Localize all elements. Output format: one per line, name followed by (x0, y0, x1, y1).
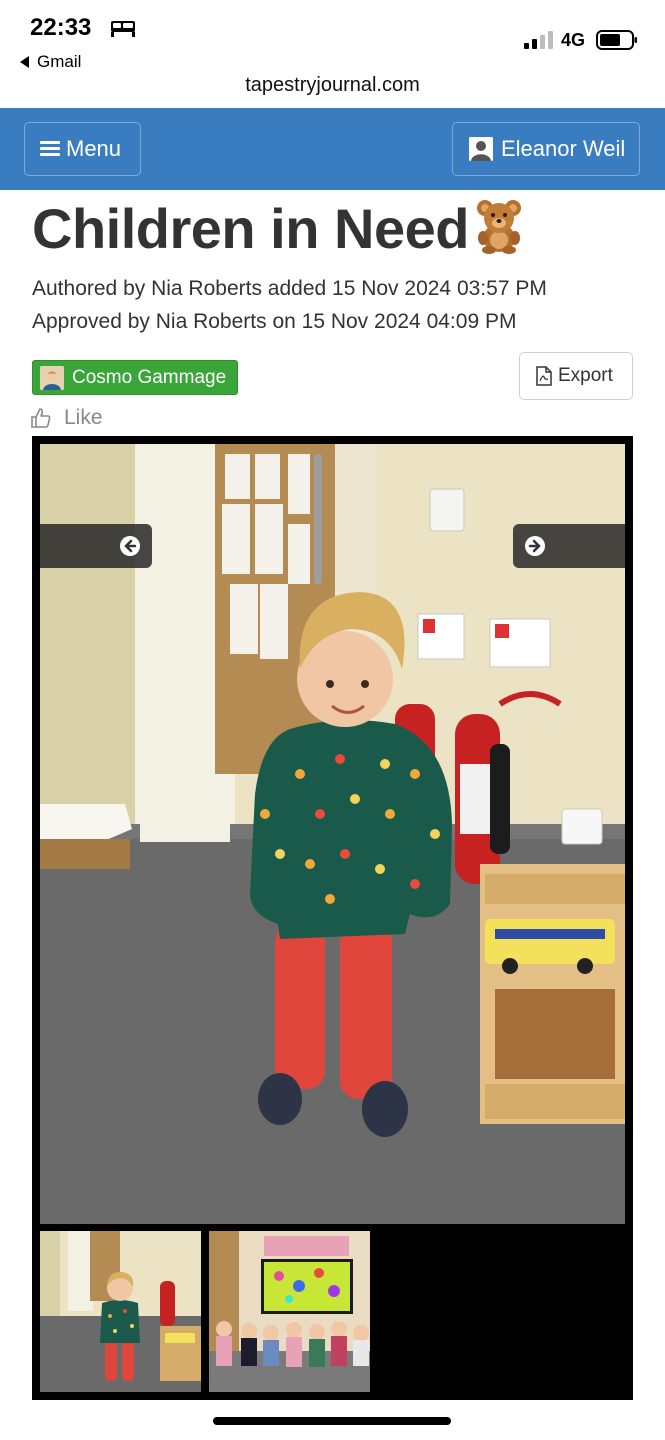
back-app-label: Gmail (37, 52, 82, 71)
network-type: 4G (561, 30, 586, 50)
back-to-app-link[interactable]: Gmail (20, 52, 81, 72)
menu-button[interactable]: Menu (24, 122, 141, 176)
child-tag-badge[interactable]: Cosmo Gammage (32, 360, 238, 395)
approved-by-line: Approved by Nia Roberts on 15 Nov 2024 0… (32, 310, 517, 333)
authored-by-line: Authored by Nia Roberts added 15 Nov 202… (32, 277, 547, 300)
group-photo-thumbnail[interactable] (209, 1231, 370, 1392)
export-button[interactable]: Export (519, 352, 633, 400)
back-triangle-icon (20, 55, 29, 68)
menu-label: Menu (66, 136, 122, 161)
child-name: Cosmo Gammage (72, 366, 227, 388)
export-label: Export (558, 365, 613, 386)
previous-photo-button[interactable] (40, 524, 152, 568)
user-avatar-icon (469, 137, 493, 161)
signal-icon (524, 31, 553, 49)
status-bar: 22:33 Gmail 4G (0, 0, 665, 72)
photo-gallery (32, 436, 633, 1400)
title-text: Children in Need (32, 197, 469, 260)
like-button[interactable]: Like (30, 406, 103, 430)
top-navbar: Menu Eleanor Weil (0, 108, 665, 190)
child-in-green-sweater-photo[interactable] (40, 444, 625, 1224)
arrow-left-icon (120, 536, 140, 556)
child-photo-thumbnail[interactable] (40, 1231, 201, 1392)
hamburger-icon (40, 141, 60, 157)
child-avatar (40, 365, 64, 390)
user-name: Eleanor Weil (501, 136, 626, 161)
next-photo-button[interactable] (513, 524, 625, 568)
like-label: Like (64, 406, 103, 429)
clock: 22:33 (30, 14, 92, 41)
user-account-button[interactable]: Eleanor Weil (452, 122, 640, 176)
battery-icon (596, 30, 637, 50)
browser-url[interactable]: tapestryjournal.com (0, 74, 665, 97)
page-title: Children in Need (32, 194, 529, 261)
pdf-icon (536, 366, 552, 386)
arrow-right-icon (525, 536, 545, 556)
thumbs-up-icon (31, 408, 51, 428)
teddy-bear-icon (476, 200, 521, 254)
home-indicator[interactable] (213, 1417, 451, 1425)
bed-icon (111, 21, 135, 37)
